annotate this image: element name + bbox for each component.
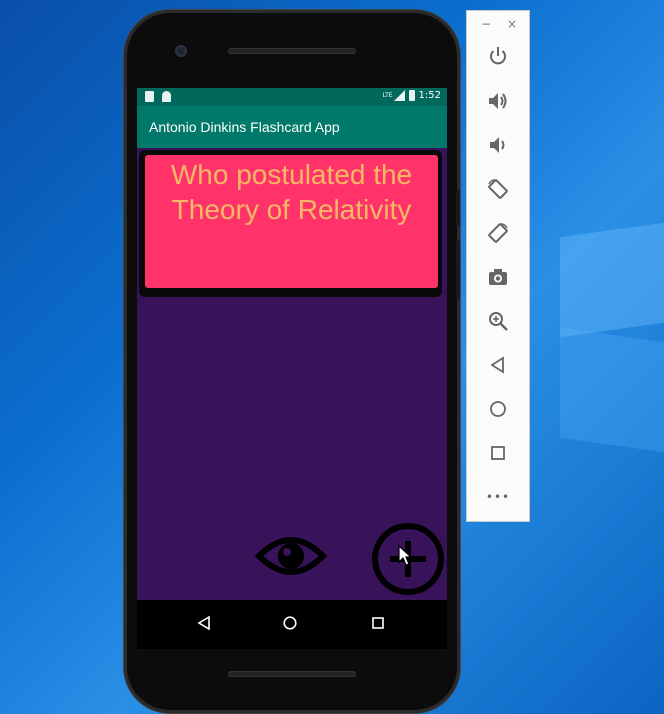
toggle-answer-button[interactable]: [254, 530, 328, 582]
eye-icon: [254, 537, 328, 575]
mouse-cursor-icon: [398, 545, 412, 566]
emulator-toolbar: − × •••: [466, 10, 530, 522]
phone-screen: LTE 1:52 Antonio Dinkins Flashcard App W…: [137, 88, 447, 649]
volume-down-icon: [490, 137, 505, 153]
rotate-left-icon: [488, 179, 508, 199]
rotate-left-button[interactable]: [485, 176, 511, 202]
volume-up-icon: [489, 93, 507, 109]
status-system-icons: LTE 1:52: [383, 90, 441, 101]
app-content: Who postulated the Theory of Relativity: [137, 148, 447, 600]
earpiece-speaker: [228, 48, 356, 54]
bottom-speaker: [228, 671, 356, 677]
app-title: Antonio Dinkins Flashcard App: [149, 119, 340, 135]
signal-icon: [393, 90, 405, 101]
phone-frame: LTE 1:52 Antonio Dinkins Flashcard App W…: [124, 10, 460, 713]
rotate-right-button[interactable]: [485, 220, 511, 246]
home-icon: [490, 401, 506, 417]
phone-side-button[interactable]: [456, 190, 460, 226]
phone-volume-button[interactable]: [456, 240, 460, 300]
window-controls: − ×: [467, 15, 531, 35]
overview-icon: [491, 446, 505, 460]
android-nav-bar: [137, 600, 447, 649]
emulator-overview-button[interactable]: [485, 440, 511, 466]
zoom-button[interactable]: [485, 308, 511, 334]
back-icon[interactable]: [197, 616, 211, 630]
power-icon: [490, 47, 506, 65]
app-bar: Antonio Dinkins Flashcard App: [137, 106, 447, 148]
home-icon[interactable]: [283, 616, 297, 630]
camera-icon: [489, 269, 507, 285]
android-icon: [162, 91, 171, 102]
network-type: LTE: [382, 92, 393, 99]
volume-down-button[interactable]: [485, 132, 511, 158]
emulator-back-button[interactable]: [485, 352, 511, 378]
desktop-light-beam: [560, 222, 664, 338]
flashcard[interactable]: Who postulated the Theory of Relativity: [145, 155, 438, 288]
status-bar: LTE 1:52: [137, 88, 447, 106]
desktop-light-beam: [560, 327, 664, 453]
rotate-right-icon: [488, 223, 508, 243]
recents-icon[interactable]: [371, 616, 385, 630]
power-button[interactable]: [485, 43, 511, 69]
minimize-button[interactable]: −: [481, 17, 491, 31]
emulator-home-button[interactable]: [485, 396, 511, 422]
close-button[interactable]: ×: [507, 17, 517, 31]
front-camera: [175, 45, 187, 57]
back-icon: [490, 356, 504, 374]
zoom-icon: [489, 312, 508, 331]
battery-icon: [408, 90, 415, 101]
status-time: 1:52: [418, 90, 441, 101]
screenshot-button[interactable]: [485, 264, 511, 290]
volume-up-button[interactable]: [485, 88, 511, 114]
status-notification-icons: [145, 91, 171, 102]
flashcard-question: Who postulated the Theory of Relativity: [170, 159, 413, 225]
sd-card-icon: [145, 91, 154, 102]
more-button[interactable]: •••: [485, 484, 511, 510]
